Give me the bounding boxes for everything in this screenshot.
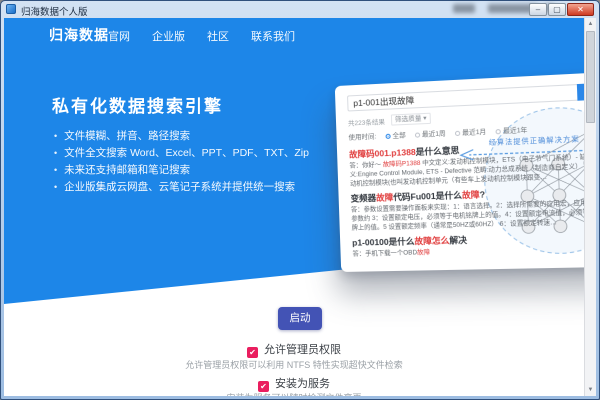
scrollbar-thumb[interactable]	[586, 31, 595, 123]
feature-item: 文件全文搜索 Word、Excel、PPT、PDF、TXT、Zip	[54, 145, 309, 162]
admin-permission-help-text: 允许管理员权限可以利用 NTFS 特性实现超快文件检索	[4, 358, 584, 371]
hero-title: 私有化数据搜索引擎	[52, 92, 223, 117]
promo-screenshot-card: p1-001出现故障 搜索 共223条结果 筛选质量 ▾ 使用时间: 全部 最近…	[335, 71, 596, 272]
radio-selected-icon	[385, 134, 390, 139]
nav-item-community[interactable]: 社区	[207, 28, 229, 44]
brand-logo[interactable]: 归海数据	[49, 25, 109, 45]
maximize-button[interactable]: ▢	[548, 3, 566, 16]
app-window: 归海数据个人版 – ▢ ✕ 归海数据 官网 企业版 社区 联系我们 私有化数据搜…	[0, 0, 600, 400]
time-filter-label: 使用时间:	[348, 130, 376, 141]
time-filter-option: 最近1周	[415, 127, 446, 138]
nav-item-official-site[interactable]: 官网	[108, 28, 130, 44]
checkbox-label: 安装为服务	[275, 378, 330, 390]
feature-list: 文件模糊、拼音、路径搜索 文件全文搜索 Word、Excel、PPT、PDF、T…	[54, 128, 309, 196]
launch-button[interactable]: 启动	[278, 307, 322, 330]
minimize-button[interactable]: –	[529, 3, 547, 16]
window-title: 归海数据个人版	[21, 4, 88, 18]
scroll-up-icon[interactable]: ▲	[585, 18, 596, 30]
vertical-scrollbar[interactable]: ▲ ▼	[584, 18, 596, 396]
titlebar[interactable]: 归海数据个人版 – ▢ ✕	[1, 1, 599, 18]
app-icon	[6, 4, 16, 14]
time-filter-option: 全部	[385, 129, 406, 140]
annotation: 经算法提供正确解决方案	[456, 132, 596, 167]
admin-permission-checkbox-row[interactable]: ✔ 允许管理员权限	[4, 340, 584, 358]
feature-item: 文件模糊、拼音、路径搜索	[54, 128, 309, 145]
filter-dropdown: 筛选质量 ▾	[391, 113, 431, 126]
top-nav: 归海数据 官网 企业版 社区 联系我们	[4, 18, 584, 48]
results-count: 共223条结果	[348, 115, 385, 127]
redacted-text	[453, 4, 475, 13]
radio-icon	[455, 131, 460, 136]
time-filter-option: 最近1年	[495, 124, 527, 136]
install-service-checkbox-row[interactable]: ✔ 安装为服务	[4, 374, 584, 392]
checkbox-checked-icon[interactable]: ✔	[247, 347, 258, 358]
radio-icon	[496, 129, 501, 134]
nav-item-enterprise[interactable]: 企业版	[152, 28, 185, 44]
feature-item: 企业版集成云网盘、云笔记子系统并提供统一搜索	[54, 179, 309, 196]
nav-item-contact[interactable]: 联系我们	[251, 28, 295, 44]
time-filter-option: 最近1月	[455, 126, 487, 138]
radio-icon	[415, 132, 420, 137]
page-content: 归海数据 官网 企业版 社区 联系我们 私有化数据搜索引擎 文件模糊、拼音、路径…	[4, 18, 596, 396]
checkbox-label: 允许管理员权限	[264, 344, 341, 356]
feature-item: 未来还支持邮箱和笔记搜索	[54, 162, 309, 179]
scroll-down-icon[interactable]: ▼	[585, 384, 596, 396]
install-service-help-text: 安装为服务可以随时检测文件变更	[4, 391, 584, 396]
close-button[interactable]: ✕	[567, 3, 594, 16]
